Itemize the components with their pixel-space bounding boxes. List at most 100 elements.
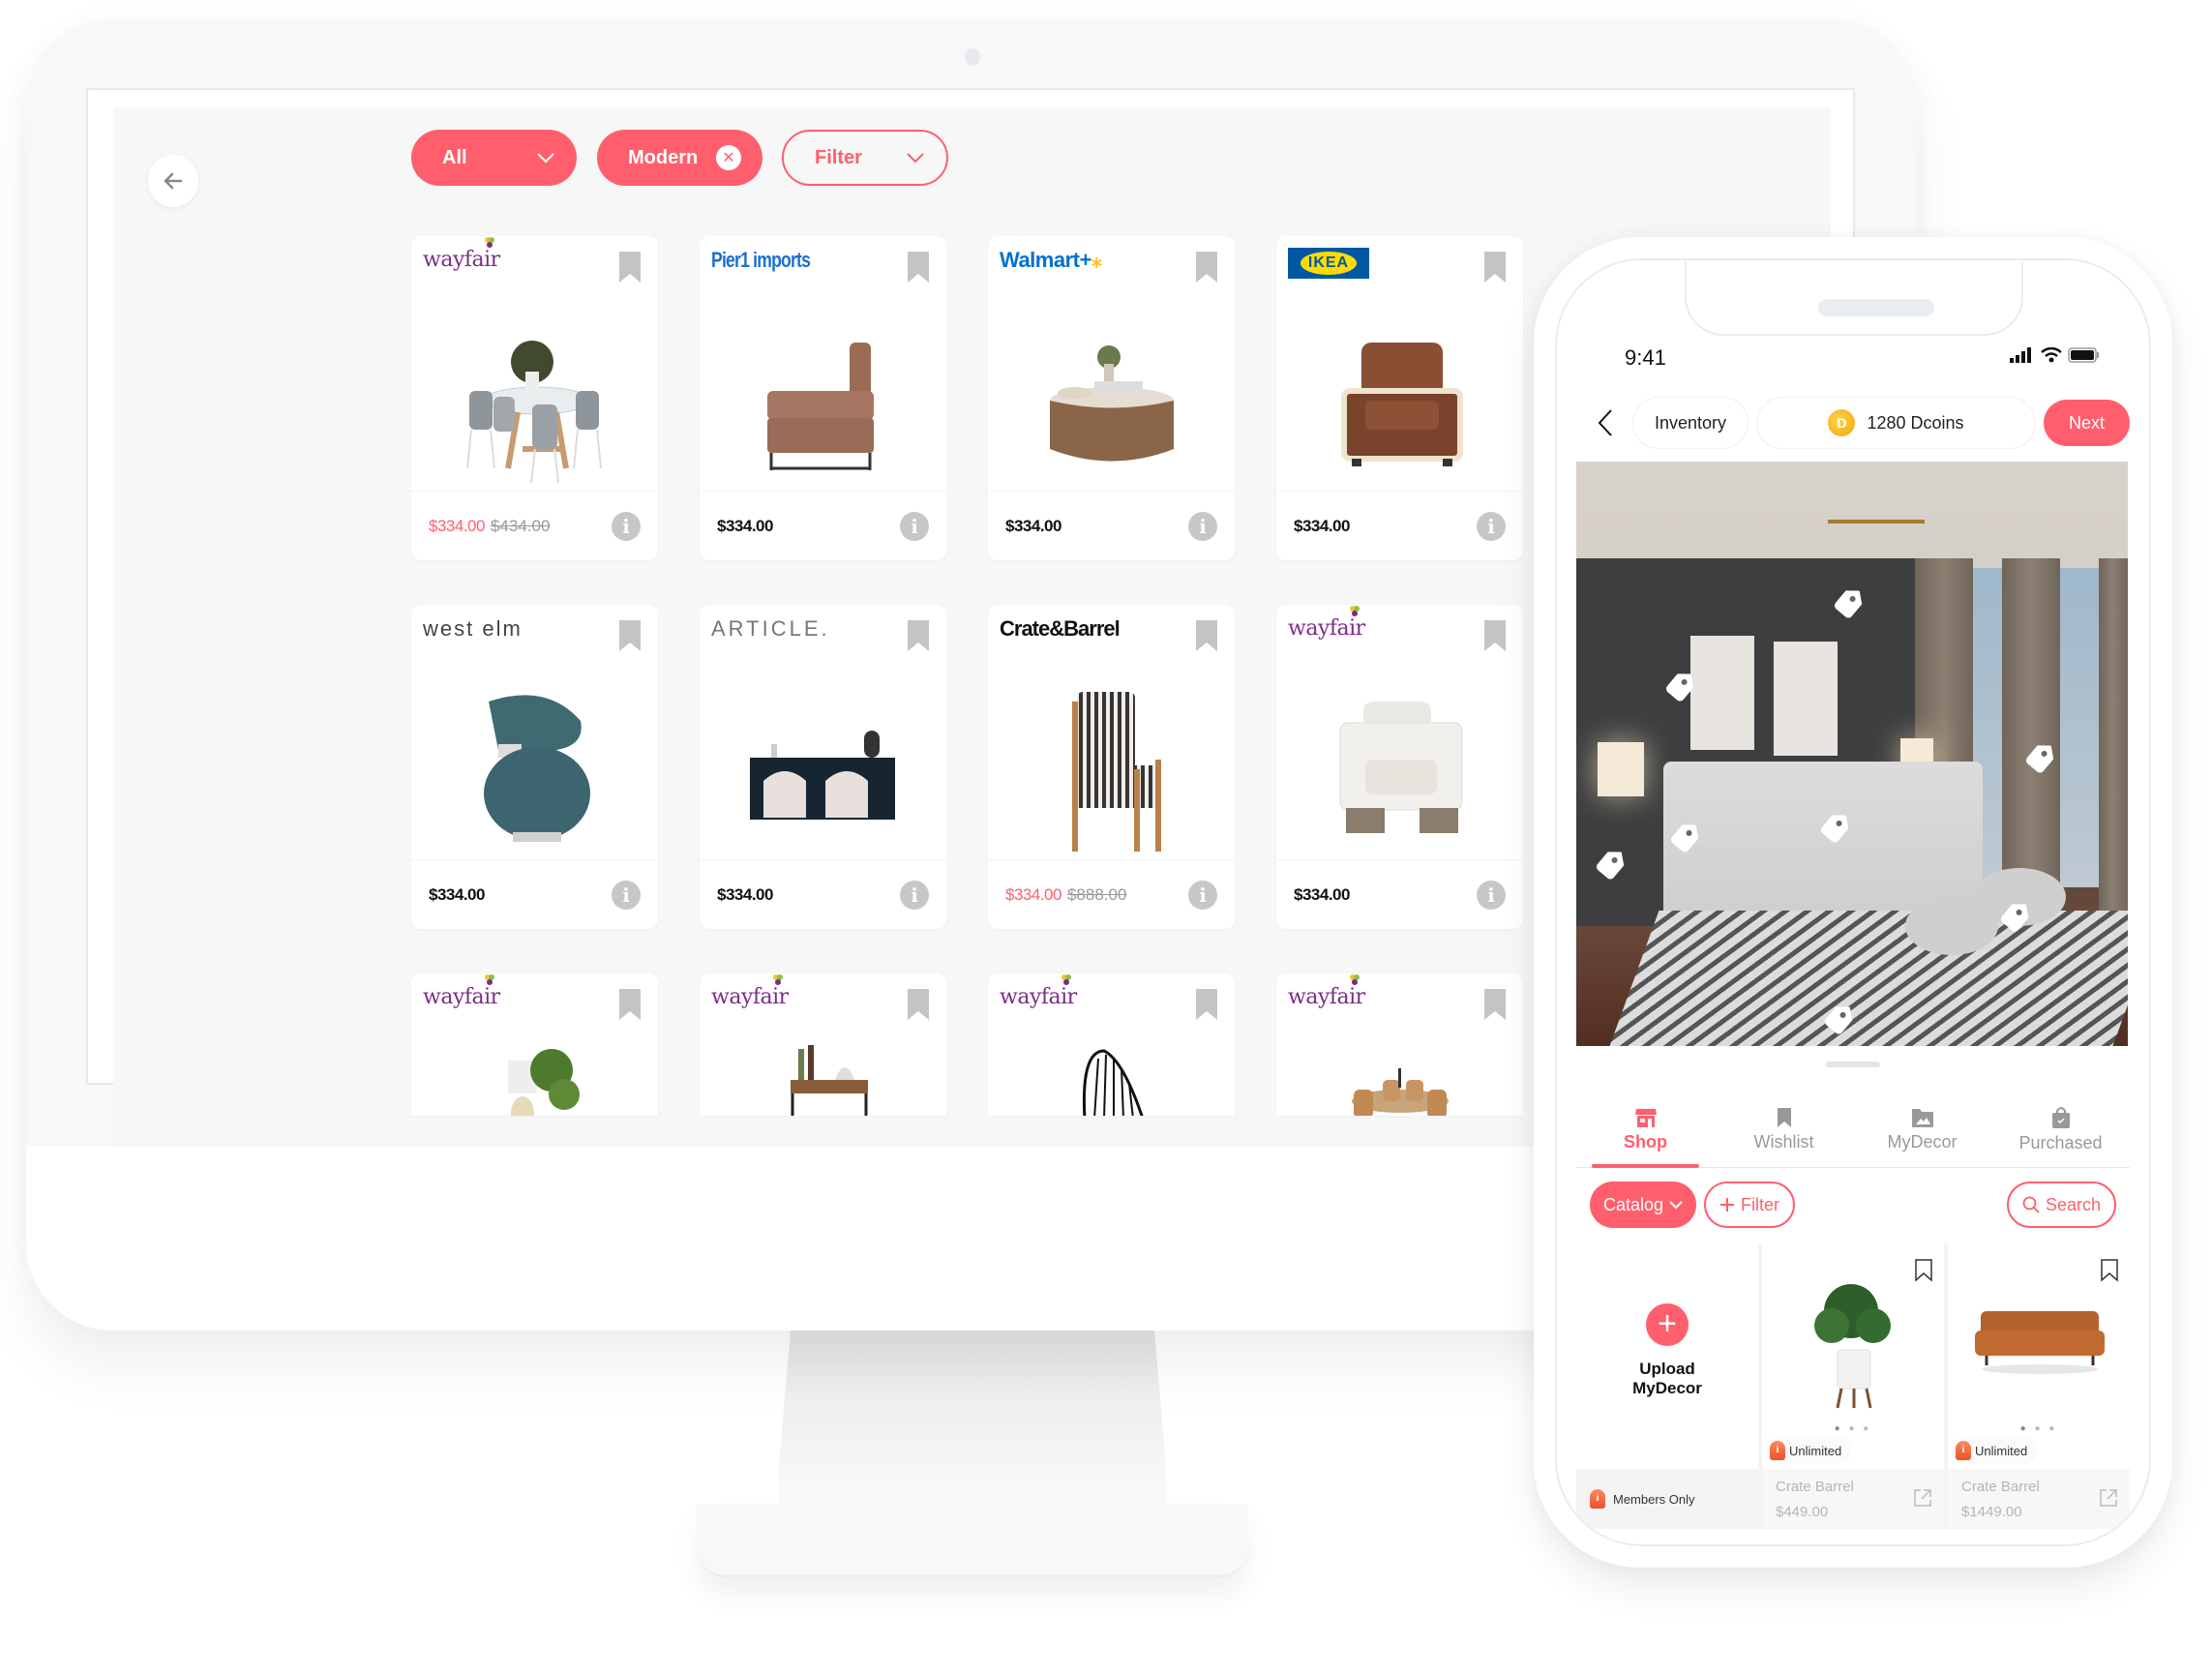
brand-logo-ikea: IKEA: [1288, 248, 1369, 279]
filter-dropdown[interactable]: Filter: [782, 130, 948, 186]
tab-shop[interactable]: Shop: [1576, 1092, 1715, 1168]
battery-icon: [2068, 347, 2099, 363]
wall-art: [1690, 636, 1754, 750]
brand-logo-wayfair: wayfair: [423, 974, 500, 1009]
product-card[interactable]: wayfair: [411, 973, 658, 1116]
category-dropdown[interactable]: All: [411, 130, 577, 186]
monitor-stand-base: [697, 1505, 1248, 1577]
sale-price: $334.00: [1005, 884, 1061, 904]
info-icon[interactable]: i: [900, 880, 929, 910]
product-card[interactable]: wayfair $334.00 $434.00 i: [411, 236, 658, 560]
arrow-left-icon: [164, 172, 183, 190]
bookmark-icon[interactable]: [1484, 989, 1506, 1020]
brand-name: wayfair: [711, 985, 789, 1009]
room-design-image[interactable]: [1576, 462, 2128, 1046]
original-price: $434.00: [490, 516, 551, 535]
chevron-left-icon: [1598, 409, 1612, 436]
price: $334.00: [1294, 884, 1350, 904]
member-medal-icon: i: [1770, 1441, 1785, 1460]
phone-device: 9:41 Inventory D 1280 Dcoins Next Shop W…: [1534, 237, 2172, 1568]
product-image-bar-cart: [791, 1045, 868, 1116]
product-card[interactable]: ARTICLE. $334.00 i: [700, 605, 946, 929]
bookmark-icon[interactable]: [1196, 989, 1217, 1020]
members-only-label: Members Only: [1613, 1491, 1695, 1507]
brand-logo-article: ARTICLE.: [711, 616, 830, 641]
drag-handle[interactable]: [1826, 1062, 1880, 1067]
filter-label: Filter: [1741, 1194, 1780, 1214]
product-image-coffee-table: [1050, 345, 1174, 462]
product-card[interactable]: wayfair $334.00 i: [1276, 605, 1523, 929]
card-footer: $334.00 i: [1276, 859, 1523, 929]
external-link-icon[interactable]: [2099, 1488, 2118, 1508]
bookmark-icon[interactable]: [908, 252, 929, 283]
info-icon[interactable]: i: [900, 511, 929, 541]
info-icon[interactable]: i: [1188, 511, 1217, 541]
tab-wishlist[interactable]: Wishlist: [1715, 1092, 1853, 1167]
bookmark-icon[interactable]: [908, 620, 929, 651]
card-footer: $334.00 i: [411, 859, 658, 929]
brand-name: wayfair: [1288, 985, 1365, 1009]
search-icon: [2022, 1196, 2040, 1213]
product-card[interactable]: wayfair: [1276, 973, 1523, 1116]
back-button[interactable]: [148, 155, 198, 207]
brand-logo-pier1: Pier1 imports: [711, 248, 811, 272]
badge-label: Unlimited: [1789, 1443, 1842, 1458]
table-lamp: [1598, 742, 1644, 796]
product-card[interactable]: wayfair: [700, 973, 946, 1116]
product-brand: Crate Barrel: [1776, 1479, 1854, 1495]
tab-purchased[interactable]: Purchased: [1991, 1092, 2130, 1167]
close-circle-icon[interactable]: ✕: [716, 145, 741, 170]
bookmark-icon[interactable]: [619, 252, 641, 283]
bookmark-icon[interactable]: [908, 989, 929, 1020]
phone-product-card[interactable]: ● ● ● i Unlimited Crate Barrel $1449.00: [1948, 1243, 2130, 1529]
bookmark-icon[interactable]: [1484, 620, 1506, 651]
brand-name: wayfair: [1288, 616, 1365, 641]
brand-name: wayfair: [423, 248, 500, 272]
info-icon[interactable]: i: [1477, 511, 1506, 541]
chevron-down-icon: [907, 153, 924, 164]
phone-product-card[interactable]: ● ● ● i Unlimited Crate Barrel $449.00: [1762, 1243, 1944, 1529]
product-card[interactable]: IKEA $334.00 i: [1276, 236, 1523, 560]
next-button[interactable]: Next: [2043, 400, 2130, 446]
unlimited-badge: i Unlimited: [1952, 1437, 2038, 1464]
inventory-label: Inventory: [1655, 412, 1727, 433]
bookmark-icon[interactable]: [619, 989, 641, 1020]
info-icon[interactable]: i: [612, 511, 641, 541]
style-chip-label: Modern: [628, 146, 699, 168]
inventory-button[interactable]: Inventory: [1632, 397, 1749, 449]
style-chip-modern[interactable]: Modern ✕: [597, 130, 762, 186]
product-card[interactable]: west elm $334.00 i: [411, 605, 658, 929]
add-filter-button[interactable]: Filter: [1704, 1181, 1796, 1228]
info-icon[interactable]: i: [1188, 880, 1217, 910]
upload-mydecor-card[interactable]: + Upload MyDecor i Members Only: [1576, 1243, 1758, 1529]
info-icon[interactable]: i: [1477, 880, 1506, 910]
member-medal-icon: i: [1590, 1489, 1605, 1509]
bottom-tabs: Shop Wishlist MyDecor Purchased: [1576, 1092, 2130, 1168]
product-image-spindle-chair: [1082, 1049, 1144, 1116]
dcoins-label: 1280 Dcoins: [1867, 412, 1964, 433]
product-card[interactable]: Walmart+⁎ $334.00 i: [988, 236, 1235, 560]
phone-speaker: [1818, 299, 1934, 316]
bookmark-icon[interactable]: [619, 620, 641, 651]
product-card[interactable]: Pier1 imports $334.00 i: [700, 236, 946, 560]
search-button[interactable]: Search: [2006, 1181, 2116, 1228]
folder-image-icon: [1911, 1109, 1933, 1127]
tab-mydecor[interactable]: MyDecor: [1853, 1092, 1991, 1167]
info-icon[interactable]: i: [612, 880, 641, 910]
product-image-swivel-chair: [484, 695, 590, 842]
wifi-icon: [2041, 347, 2062, 363]
external-link-icon[interactable]: [1913, 1488, 1932, 1508]
back-button[interactable]: [1586, 408, 1625, 437]
phone-product-list: + Upload MyDecor i Members Only ● ● ● i …: [1576, 1243, 2130, 1529]
card-footer: $334.00 i: [700, 491, 946, 560]
bookmark-icon[interactable]: [1196, 252, 1217, 283]
dcoins-balance[interactable]: D 1280 Dcoins: [1756, 397, 2036, 449]
product-image-white-armchair: [1339, 702, 1463, 833]
bookmark-icon[interactable]: [1196, 620, 1217, 651]
product-brand: Crate Barrel: [1961, 1479, 2040, 1495]
bookmark-icon[interactable]: [1484, 252, 1506, 283]
catalog-dropdown[interactable]: Catalog: [1590, 1181, 1697, 1228]
product-card[interactable]: Crate&Barrel $334.00 $888.00 i: [988, 605, 1235, 929]
plus-icon[interactable]: +: [1646, 1303, 1689, 1346]
product-card[interactable]: wayfair: [988, 973, 1235, 1116]
